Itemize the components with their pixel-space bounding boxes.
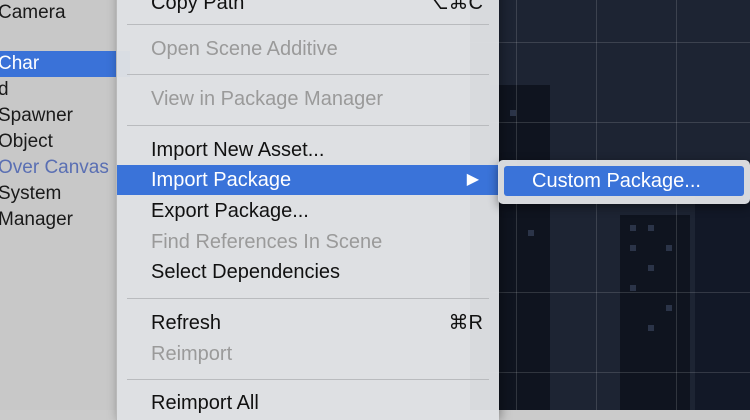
menu-item-shortcut: ⌥⌘C xyxy=(425,0,484,14)
hierarchy-item-object[interactable]: Object xyxy=(0,129,53,155)
menu-item-label: Copy Path xyxy=(151,0,245,14)
scene-window xyxy=(630,225,636,231)
scene-building xyxy=(695,170,750,410)
menu-item-label: Refresh xyxy=(151,312,222,334)
hierarchy-item-spawner[interactable]: Spawner xyxy=(0,103,73,129)
hierarchy-panel: Camera Char d Spawner Object Over Canvas… xyxy=(0,0,130,410)
scene-window xyxy=(666,245,672,251)
menu-item-label: Import New Asset... xyxy=(151,139,325,161)
scene-grid-line xyxy=(470,292,750,293)
hierarchy-item-camera[interactable]: Camera xyxy=(0,0,66,26)
scene-grid-line xyxy=(596,0,597,410)
hierarchy-item-over-canvas[interactable]: Over Canvas xyxy=(0,155,109,181)
scene-window xyxy=(648,325,654,331)
menu-item-open-scene-additive[interactable]: Open Scene Additive xyxy=(117,34,499,64)
scene-window xyxy=(630,285,636,291)
scene-window xyxy=(630,245,636,251)
menu-item-view-in-package-manager[interactable]: View in Package Manager xyxy=(117,84,499,114)
scene-grid-line xyxy=(516,0,517,410)
menu-item-label: Export Package... xyxy=(151,200,309,222)
menu-item-label: Find References In Scene xyxy=(151,231,383,253)
menu-item-label: Reimport All xyxy=(151,392,259,414)
menu-separator xyxy=(127,125,489,126)
hierarchy-item-manager[interactable]: Manager xyxy=(0,207,73,233)
menu-item-label: Select Dependencies xyxy=(151,261,341,283)
hierarchy-item-system[interactable]: System xyxy=(0,181,61,207)
menu-item-label: Reimport xyxy=(151,343,233,365)
menu-item-select-dependencies[interactable]: Select Dependencies xyxy=(117,257,499,287)
scene-grid-line xyxy=(470,42,750,43)
scene-grid-line xyxy=(470,122,750,123)
menu-separator xyxy=(127,74,489,75)
submenu-item-custom-package[interactable]: Custom Package... xyxy=(504,166,744,196)
menu-item-find-references[interactable]: Find References In Scene xyxy=(117,227,499,257)
scene-grid-line xyxy=(470,372,750,373)
menu-item-label: View in Package Manager xyxy=(151,88,383,110)
scene-building xyxy=(490,85,550,410)
scene-window xyxy=(648,225,654,231)
menu-item-import-new-asset[interactable]: Import New Asset... xyxy=(117,135,499,165)
menu-item-refresh[interactable]: Refresh ⌘R xyxy=(117,308,499,338)
scene-grid-line xyxy=(676,0,677,410)
scene-window xyxy=(528,230,534,236)
context-menu: Copy Path ⌥⌘C Open Scene Additive View i… xyxy=(116,0,499,420)
scene-window xyxy=(666,305,672,311)
menu-item-reimport[interactable]: Reimport xyxy=(117,339,499,369)
scene-view[interactable] xyxy=(470,0,750,410)
menu-separator xyxy=(127,298,489,299)
menu-item-copy-path[interactable]: Copy Path ⌥⌘C xyxy=(117,0,499,18)
submenu-arrow-icon: ▶ xyxy=(466,171,479,188)
menu-separator xyxy=(127,379,489,380)
scene-window xyxy=(648,265,654,271)
menu-item-export-package[interactable]: Export Package... xyxy=(117,196,499,226)
menu-item-label: Import Package xyxy=(151,169,292,191)
menu-item-label: Open Scene Additive xyxy=(151,38,338,60)
hierarchy-item-char[interactable]: Char xyxy=(0,51,130,77)
menu-item-shortcut: ⌘R xyxy=(448,312,483,334)
menu-separator xyxy=(127,24,489,25)
menu-item-import-package[interactable]: Import Package ▶ xyxy=(117,165,499,195)
import-package-submenu: Custom Package... xyxy=(498,160,750,204)
hierarchy-item-d[interactable]: d xyxy=(0,77,9,103)
menu-item-reimport-all[interactable]: Reimport All xyxy=(117,388,499,418)
